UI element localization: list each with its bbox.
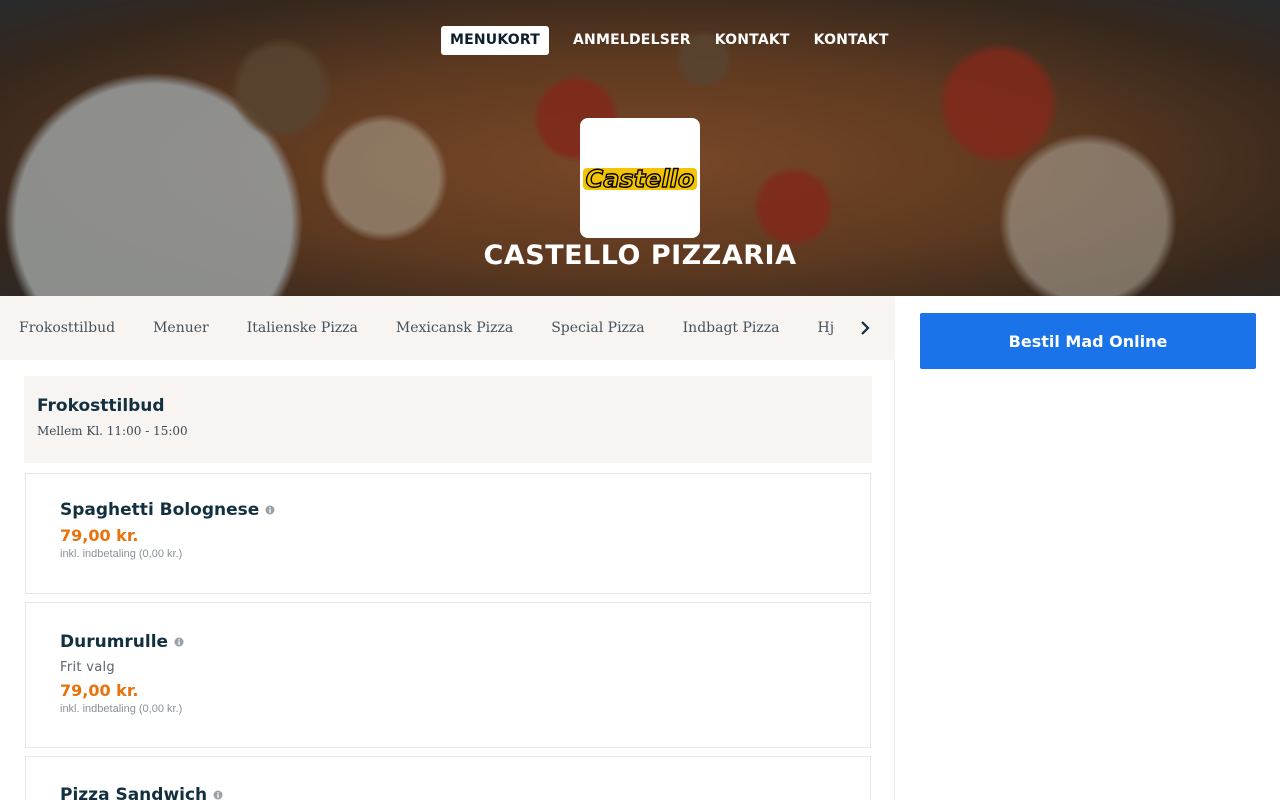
castello-logo-icon: Castello [583, 164, 697, 194]
menu-item[interactable]: Pizza Sandwich [25, 756, 871, 800]
category-indbagt-pizza[interactable]: Indbagt Pizza [683, 320, 780, 336]
category-italienske-pizza[interactable]: Italienske Pizza [247, 320, 358, 336]
menu-item-name: Pizza Sandwich [60, 785, 208, 800]
section-title: Frokosttilbud [37, 396, 165, 416]
menu-item-note: inkl. indbetaling (0,00 kr.) [60, 703, 183, 715]
category-frokosttilbud[interactable]: Frokosttilbud [19, 320, 115, 336]
menu-item-description: Frit valg [60, 660, 115, 675]
menu-item-name: Durumrulle [60, 632, 169, 652]
category-hjemmelavede[interactable]: Hjemmelavede [818, 320, 835, 336]
category-menuer[interactable]: Menuer [153, 320, 209, 336]
order-online-button[interactable]: Bestil Mad Online [920, 313, 1256, 369]
menu-item[interactable]: Spaghetti Bolognese 79,00 kr. inkl. indb… [25, 473, 871, 594]
section-subtitle: Mellem Kl. 11:00 - 15:00 [37, 424, 188, 438]
nav-item-anmeldelser[interactable]: ANMELDELSER [561, 26, 703, 55]
menu-content: Frokosttilbud Mellem Kl. 11:00 - 15:00 S… [0, 360, 895, 800]
category-special-pizza[interactable]: Special Pizza [551, 320, 644, 336]
category-list: Frokosttilbud Menuer Italienske Pizza Me… [0, 320, 835, 336]
menu-item[interactable]: Durumrulle Frit valg 79,00 kr. inkl. ind… [25, 602, 871, 748]
info-icon[interactable] [174, 637, 184, 647]
category-scroll-right-button[interactable] [855, 318, 875, 338]
hero-banner: MENUKORT ANMELDELSER KONTAKT KONTAKT Cas… [0, 0, 1280, 296]
chevron-right-icon [861, 321, 870, 335]
logo-text: Castello [586, 165, 695, 193]
category-bar: Frokosttilbud Menuer Italienske Pizza Me… [0, 296, 895, 360]
info-icon[interactable] [213, 790, 223, 800]
menu-item-price: 79,00 kr. [60, 526, 139, 545]
menu-item-name-row: Pizza Sandwich [60, 785, 836, 800]
restaurant-name: CASTELLO PIZZARIA [483, 240, 797, 271]
nav-item-kontakt-2[interactable]: KONTAKT [802, 26, 901, 55]
restaurant-logo: Castello [580, 118, 700, 238]
nav-item-menukort[interactable]: MENUKORT [441, 26, 550, 55]
menu-item-name-row: Spaghetti Bolognese [60, 500, 836, 520]
top-navigation: MENUKORT ANMELDELSER KONTAKT KONTAKT [441, 26, 901, 55]
menu-item-name: Spaghetti Bolognese [60, 500, 260, 520]
menu-item-note: inkl. indbetaling (0,00 kr.) [60, 548, 183, 560]
menu-item-name-row: Durumrulle [60, 632, 836, 652]
section-header: Frokosttilbud Mellem Kl. 11:00 - 15:00 [24, 376, 872, 463]
info-icon[interactable] [265, 505, 275, 515]
menu-item-price: 79,00 kr. [60, 681, 139, 700]
nav-item-kontakt[interactable]: KONTAKT [703, 26, 802, 55]
category-mexicansk-pizza[interactable]: Mexicansk Pizza [396, 320, 513, 336]
